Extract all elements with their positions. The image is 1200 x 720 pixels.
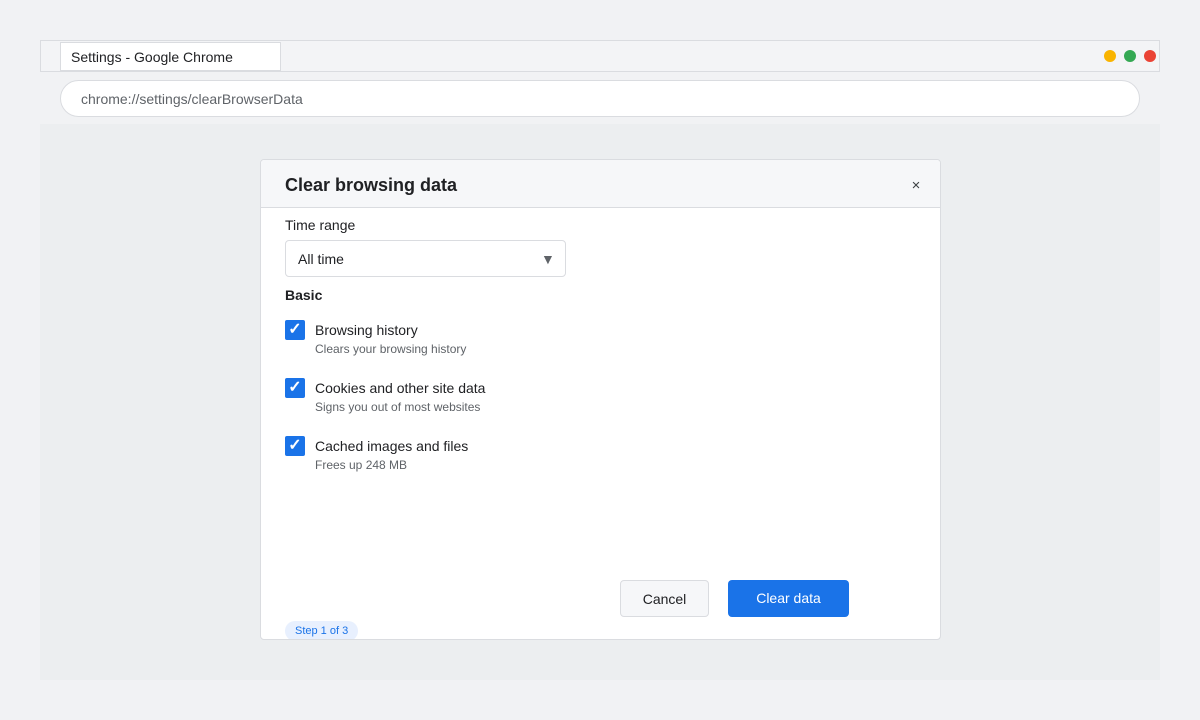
- option-label: Browsing history: [315, 322, 418, 338]
- step-badge: Step 1 of 3: [285, 621, 359, 639]
- tab-bar: Settings - Google Chrome: [40, 40, 1160, 72]
- section-label-basic: Basic: [285, 287, 323, 303]
- option-label: Cookies and other site data: [315, 380, 486, 396]
- time-range-label: Time range: [285, 217, 356, 233]
- option-description: Signs you out of most websites: [315, 400, 481, 414]
- cancel-button[interactable]: Cancel: [620, 580, 709, 617]
- checkbox-cached-images[interactable]: ✓: [285, 436, 305, 456]
- maximize-button[interactable]: [1124, 50, 1136, 62]
- chevron-down-icon: ▼: [541, 251, 555, 267]
- tab-settings[interactable]: Settings - Google Chrome: [60, 42, 281, 71]
- dialog-header: Clear browsing data ×: [261, 160, 940, 208]
- dialog-title: Clear browsing data: [285, 175, 458, 195]
- option-description: Clears your browsing history: [315, 342, 467, 356]
- address-bar[interactable]: chrome://settings/clearBrowserData: [60, 80, 1140, 117]
- checkbox-browsing-history[interactable]: ✓: [285, 320, 305, 340]
- close-window-button[interactable]: [1144, 50, 1156, 62]
- close-icon[interactable]: ×: [909, 178, 923, 194]
- time-range-select[interactable]: All time ▼: [285, 240, 566, 277]
- option-browsing-history: ✓ Browsing history Clears your browsing …: [285, 320, 685, 360]
- checkbox-cookies[interactable]: ✓: [285, 378, 305, 398]
- option-description: Frees up 248 MB: [315, 458, 408, 472]
- option-label: Cached images and files: [315, 438, 469, 454]
- option-cached-images: ✓ Cached images and files Frees up 248 M…: [285, 436, 685, 476]
- option-cookies: ✓ Cookies and other site data Signs you …: [285, 378, 685, 418]
- minimize-button[interactable]: [1104, 50, 1116, 62]
- time-range-value: All time: [298, 251, 344, 267]
- clear-data-button[interactable]: Clear data: [728, 580, 849, 617]
- clear-browsing-data-dialog: Clear browsing data × Time range All tim…: [260, 159, 941, 640]
